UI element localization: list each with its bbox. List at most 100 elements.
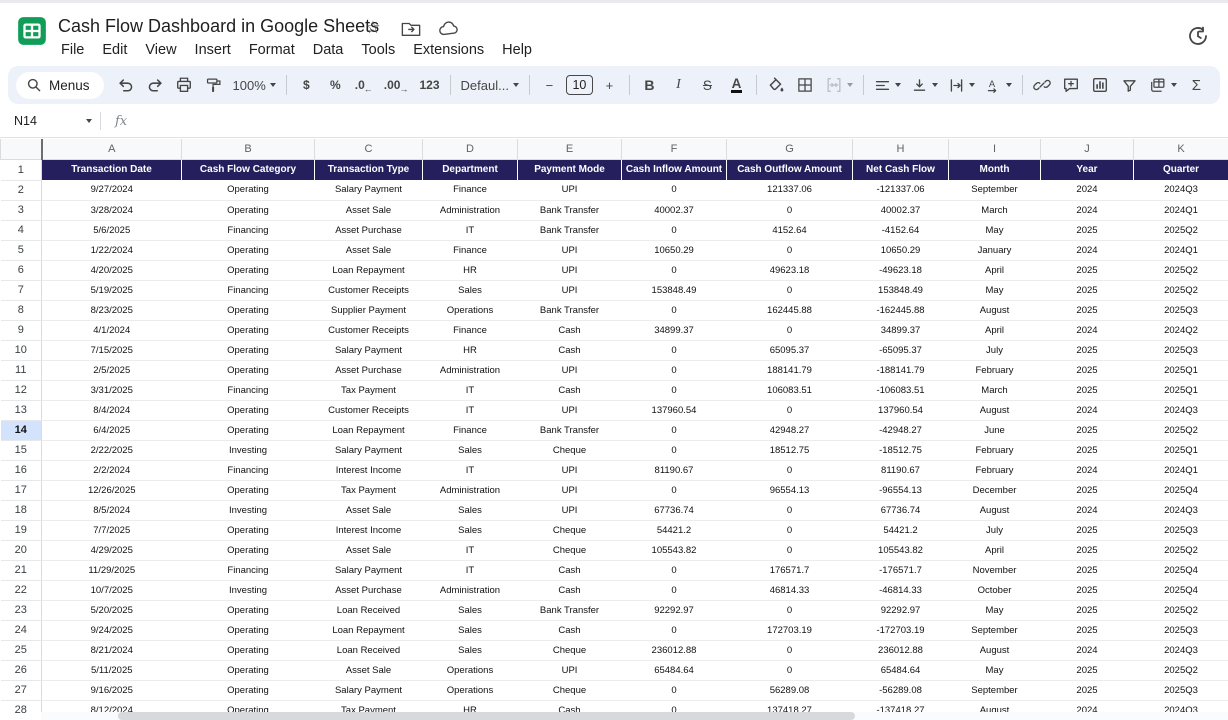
cell-I25[interactable]: August [949, 640, 1041, 660]
cell-H11[interactable]: -188141.79 [853, 360, 949, 380]
cell-H27[interactable]: -56289.08 [853, 680, 949, 700]
cell-K17[interactable]: 2025Q4 [1134, 480, 1228, 500]
cell-C7[interactable]: Customer Receipts [315, 280, 423, 300]
cell-F24[interactable]: 0 [622, 620, 727, 640]
cell-C6[interactable]: Loan Repayment [315, 260, 423, 280]
cell-J19[interactable]: 2025 [1041, 520, 1134, 540]
more-formats-button[interactable]: 123 [415, 72, 443, 99]
cell-I26[interactable]: May [949, 660, 1041, 680]
select-all-corner[interactable] [1, 139, 42, 159]
print-icon[interactable] [171, 72, 198, 99]
cell-F17[interactable]: 0 [622, 480, 727, 500]
cell-E4[interactable]: Bank Transfer [518, 220, 622, 240]
row-header-25[interactable]: 25 [1, 640, 42, 660]
cell-I8[interactable]: August [949, 300, 1041, 320]
cell-E3[interactable]: Bank Transfer [518, 200, 622, 220]
cell-K27[interactable]: 2025Q3 [1134, 680, 1228, 700]
cell-G10[interactable]: 65095.37 [727, 340, 853, 360]
cell-J3[interactable]: 2024 [1041, 200, 1134, 220]
currency-format-button[interactable]: $ [293, 72, 320, 99]
cell-H23[interactable]: 92292.97 [853, 600, 949, 620]
cell-D5[interactable]: Finance [423, 240, 518, 260]
cell-F25[interactable]: 236012.88 [622, 640, 727, 660]
cell-H12[interactable]: -106083.51 [853, 380, 949, 400]
cell-C2[interactable]: Salary Payment [315, 180, 423, 200]
font-family-select[interactable]: Defaul... [457, 72, 523, 99]
cell-K10[interactable]: 2025Q3 [1134, 340, 1228, 360]
cell-I18[interactable]: August [949, 500, 1041, 520]
cell-A13[interactable]: 8/4/2024 [42, 400, 182, 420]
cell-D12[interactable]: IT [423, 380, 518, 400]
cell-K7[interactable]: 2025Q2 [1134, 280, 1228, 300]
cell-K13[interactable]: 2024Q3 [1134, 400, 1228, 420]
cell-C15[interactable]: Salary Payment [315, 440, 423, 460]
cell-K9[interactable]: 2024Q2 [1134, 320, 1228, 340]
cell-C25[interactable]: Loan Received [315, 640, 423, 660]
cell-J7[interactable]: 2025 [1041, 280, 1134, 300]
cell-C10[interactable]: Salary Payment [315, 340, 423, 360]
cell-I17[interactable]: December [949, 480, 1041, 500]
cell-E19[interactable]: Cheque [518, 520, 622, 540]
row-header-12[interactable]: 12 [1, 380, 42, 400]
cell-I27[interactable]: September [949, 680, 1041, 700]
row-header-8[interactable]: 8 [1, 300, 42, 320]
cell-G2[interactable]: 121337.06 [727, 180, 853, 200]
row-header-27[interactable]: 27 [1, 680, 42, 700]
cell-K12[interactable]: 2025Q1 [1134, 380, 1228, 400]
cell-K8[interactable]: 2025Q3 [1134, 300, 1228, 320]
decrease-decimal-button[interactable]: .0← [351, 72, 378, 99]
cell-J9[interactable]: 2024 [1041, 320, 1134, 340]
cell-G1[interactable]: Cash Outflow Amount [727, 159, 853, 180]
cell-D21[interactable]: IT [423, 560, 518, 580]
menu-file[interactable]: File [52, 39, 93, 61]
cell-G5[interactable]: 0 [727, 240, 853, 260]
cell-I15[interactable]: February [949, 440, 1041, 460]
cell-A25[interactable]: 8/21/2024 [42, 640, 182, 660]
cell-E26[interactable]: UPI [518, 660, 622, 680]
table-views-icon[interactable] [1145, 72, 1181, 99]
cell-I13[interactable]: August [949, 400, 1041, 420]
cell-H15[interactable]: -18512.75 [853, 440, 949, 460]
cell-I19[interactable]: July [949, 520, 1041, 540]
cell-I16[interactable]: February [949, 460, 1041, 480]
cell-A24[interactable]: 9/24/2025 [42, 620, 182, 640]
cell-G6[interactable]: 49623.18 [727, 260, 853, 280]
cell-G20[interactable]: 0 [727, 540, 853, 560]
cell-F1[interactable]: Cash Inflow Amount [622, 159, 727, 180]
cell-A14[interactable]: 6/4/2025 [42, 420, 182, 440]
cell-F12[interactable]: 0 [622, 380, 727, 400]
cell-J24[interactable]: 2025 [1041, 620, 1134, 640]
column-header-H[interactable]: H [853, 139, 949, 159]
cell-H13[interactable]: 137960.54 [853, 400, 949, 420]
cell-A15[interactable]: 2/22/2025 [42, 440, 182, 460]
row-header-13[interactable]: 13 [1, 400, 42, 420]
cloud-saved-icon[interactable] [438, 17, 460, 39]
cell-J14[interactable]: 2025 [1041, 420, 1134, 440]
cell-A10[interactable]: 7/15/2025 [42, 340, 182, 360]
row-header-5[interactable]: 5 [1, 240, 42, 260]
functions-icon[interactable]: Σ [1183, 72, 1210, 99]
move-to-folder-icon[interactable] [400, 17, 422, 39]
cell-D23[interactable]: Sales [423, 600, 518, 620]
cell-I7[interactable]: May [949, 280, 1041, 300]
row-header-17[interactable]: 17 [1, 480, 42, 500]
cell-G8[interactable]: 162445.88 [727, 300, 853, 320]
cell-E9[interactable]: Cash [518, 320, 622, 340]
cell-D1[interactable]: Department [423, 159, 518, 180]
cell-E21[interactable]: Cash [518, 560, 622, 580]
cell-E7[interactable]: UPI [518, 280, 622, 300]
cell-D9[interactable]: Finance [423, 320, 518, 340]
cell-H20[interactable]: 105543.82 [853, 540, 949, 560]
cell-E14[interactable]: Bank Transfer [518, 420, 622, 440]
cell-H9[interactable]: 34899.37 [853, 320, 949, 340]
cell-B12[interactable]: Financing [182, 380, 315, 400]
cell-B22[interactable]: Investing [182, 580, 315, 600]
cell-B18[interactable]: Investing [182, 500, 315, 520]
cell-E25[interactable]: Cheque [518, 640, 622, 660]
cell-G15[interactable]: 18512.75 [727, 440, 853, 460]
cell-C23[interactable]: Loan Received [315, 600, 423, 620]
row-header-22[interactable]: 22 [1, 580, 42, 600]
column-header-B[interactable]: B [182, 139, 315, 159]
cell-C26[interactable]: Asset Sale [315, 660, 423, 680]
cell-B27[interactable]: Operating [182, 680, 315, 700]
